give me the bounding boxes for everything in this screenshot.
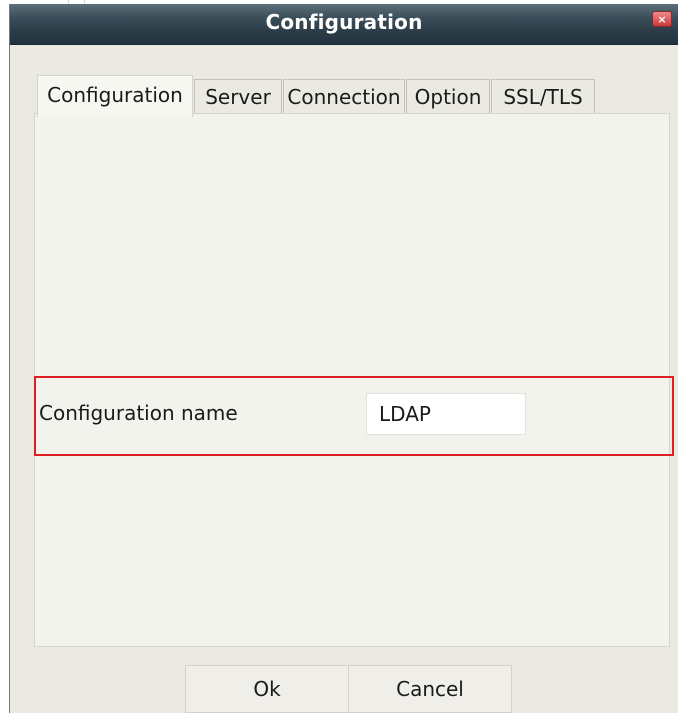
ok-button[interactable]: Ok (185, 665, 349, 713)
tab-connection[interactable]: Connection (283, 79, 405, 115)
dialog-titlebar[interactable]: Configuration × (10, 4, 678, 45)
cancel-button[interactable]: Cancel (348, 665, 512, 713)
configuration-dialog: Configuration × Configuration Server Con… (9, 4, 678, 713)
configuration-name-label: Configuration name (39, 401, 238, 425)
tab-option[interactable]: Option (406, 79, 490, 115)
tab-ssl-tls[interactable]: SSL/TLS (491, 79, 595, 115)
configuration-name-input[interactable] (366, 393, 526, 435)
tab-configuration[interactable]: Configuration (37, 75, 193, 117)
close-button[interactable]: × (652, 11, 672, 27)
tab-server[interactable]: Server (194, 79, 282, 115)
dialog-title: Configuration (265, 10, 423, 34)
close-icon: × (657, 13, 667, 26)
